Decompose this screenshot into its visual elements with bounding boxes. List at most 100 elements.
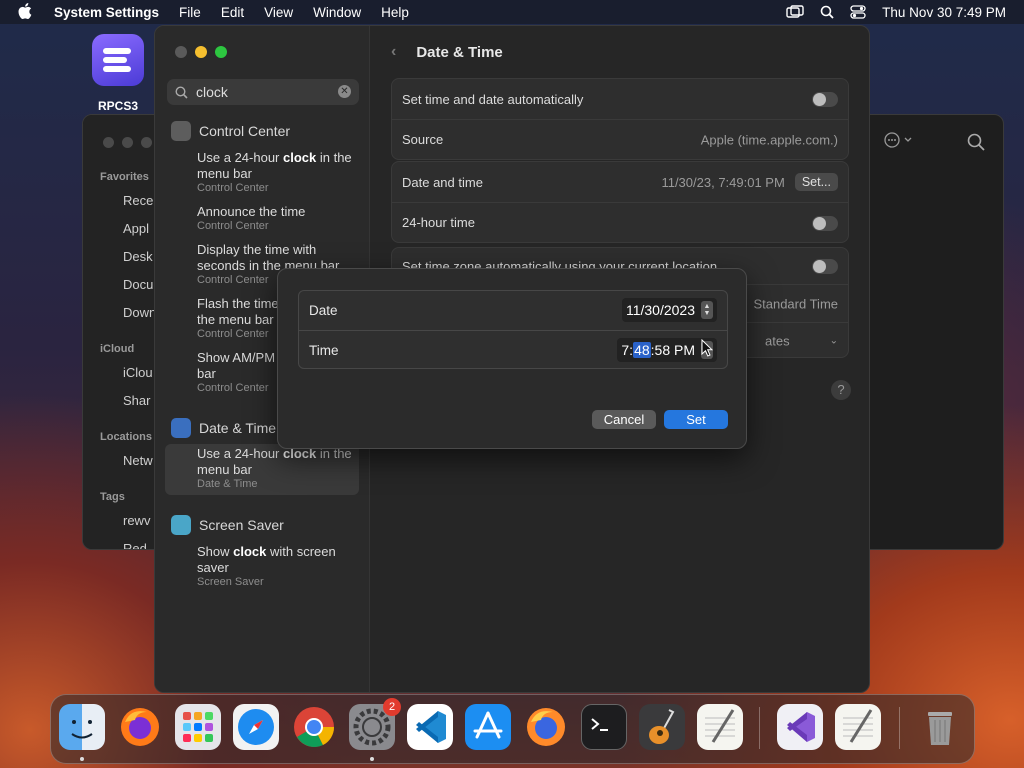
- menu-help[interactable]: Help: [371, 5, 419, 20]
- garageband-dock-icon[interactable]: [639, 704, 685, 750]
- category-control-center[interactable]: Control Center: [171, 121, 290, 141]
- firefox-developer-dock-icon[interactable]: [523, 704, 569, 750]
- category-screen-saver[interactable]: Screen Saver: [171, 515, 284, 535]
- finder-dock-icon[interactable]: [59, 704, 105, 750]
- category-date-time[interactable]: Date & Time: [171, 418, 276, 438]
- finder-item[interactable]: Desk: [123, 249, 153, 264]
- screen-saver-icon: [171, 515, 191, 535]
- source-row: Source Apple (time.apple.com.): [392, 119, 848, 159]
- search-result-selected[interactable]: Use a 24-hour clock in the menu bar Date…: [165, 444, 359, 495]
- search-field[interactable]: clock ✕: [167, 79, 359, 105]
- date-value[interactable]: 11/30/2023: [626, 302, 695, 318]
- clear-search-icon[interactable]: ✕: [338, 85, 351, 98]
- more-options-icon[interactable]: [883, 131, 913, 154]
- source-label: Source: [402, 132, 444, 147]
- notification-badge: 2: [383, 698, 401, 716]
- auto-time-toggle[interactable]: [812, 92, 838, 107]
- close-button[interactable]: [175, 46, 187, 58]
- terminal-dock-icon[interactable]: [581, 704, 627, 750]
- finder-section-favorites: Favorites: [100, 171, 149, 183]
- result-subtitle: Date & Time: [197, 478, 258, 490]
- auto-time-row: Set time and date automatically: [392, 79, 848, 119]
- rpcs3-app-icon[interactable]: [92, 34, 144, 86]
- page-title: Date & Time: [416, 43, 503, 61]
- dock-separator: [899, 707, 900, 749]
- set-date-time-dialog: Date 11/30/2023 ▲▼ Time 7:48:58 PM ▲▼ Ca…: [277, 268, 747, 449]
- category-label: Control Center: [199, 123, 291, 139]
- chrome-dock-icon[interactable]: [291, 704, 337, 750]
- spotlight-search-icon[interactable]: [820, 5, 834, 19]
- set-button[interactable]: Set: [664, 410, 728, 429]
- finder-item[interactable]: Docu: [123, 277, 153, 292]
- menu-window[interactable]: Window: [303, 5, 371, 20]
- search-input[interactable]: clock: [196, 84, 228, 100]
- category-label: Screen Saver: [199, 517, 284, 533]
- search-result[interactable]: Announce the time Control Center: [197, 204, 362, 233]
- menu-edit[interactable]: Edit: [211, 5, 254, 20]
- textedit-dock-icon[interactable]: [697, 704, 743, 750]
- mouse-pointer-icon: [701, 338, 714, 362]
- result-subtitle: Control Center: [197, 182, 269, 194]
- menu-clock[interactable]: Thu Nov 30 7:49 PM: [882, 5, 1006, 20]
- trash-dock-icon[interactable]: [917, 704, 963, 750]
- firefox-dock-icon[interactable]: [117, 704, 163, 750]
- search-icon[interactable]: [967, 133, 985, 156]
- timezone-auto-toggle[interactable]: [812, 259, 838, 274]
- time-row: Time 7:48:58 PM ▲▼: [299, 330, 727, 369]
- control-center-icon: [171, 121, 191, 141]
- closest-city-value[interactable]: ates: [765, 333, 790, 348]
- result-text: Use a 24-hour: [197, 446, 283, 461]
- date-label: Date: [309, 303, 338, 318]
- finder-item[interactable]: rewv: [123, 513, 150, 528]
- hour24-row: 24-hour time: [392, 202, 848, 242]
- finder-item[interactable]: Shar: [123, 393, 150, 408]
- hour24-toggle[interactable]: [812, 216, 838, 231]
- time-seconds-ampm[interactable]: :58 PM: [651, 342, 695, 358]
- minimize-button[interactable]: [195, 46, 207, 58]
- date-time-value: 11/30/23, 7:49:01 PM: [661, 174, 785, 190]
- help-button[interactable]: ?: [831, 380, 851, 400]
- finder-item[interactable]: Down: [123, 305, 156, 320]
- search-result[interactable]: Use a 24-hour clock in the menu bar Cont…: [197, 150, 362, 195]
- menu-view[interactable]: View: [254, 5, 303, 20]
- vscode-dock-icon[interactable]: [407, 704, 453, 750]
- search-result[interactable]: Show clock with screen saver Screen Save…: [197, 544, 362, 589]
- finder-item[interactable]: Red: [123, 541, 147, 549]
- textedit-dock-icon[interactable]: [835, 704, 881, 750]
- control-center-icon[interactable]: [850, 5, 866, 19]
- finder-item[interactable]: Rece: [123, 193, 153, 208]
- menu-file[interactable]: File: [169, 5, 211, 20]
- screen-mirroring-icon[interactable]: [786, 5, 804, 19]
- chevron-down-icon[interactable]: ⌄: [830, 335, 838, 346]
- finder-item[interactable]: Netw: [123, 453, 153, 468]
- time-minute-selected[interactable]: 48: [633, 342, 651, 358]
- app-store-dock-icon[interactable]: [465, 704, 511, 750]
- finder-item[interactable]: Appl: [123, 221, 149, 236]
- rpcs3-label: RPCS3: [97, 99, 138, 113]
- finder-window-controls[interactable]: [103, 137, 152, 148]
- visual-studio-dock-icon[interactable]: [777, 704, 823, 750]
- date-time-icon: [171, 418, 191, 438]
- date-stepper-icon[interactable]: ▲ ▼: [701, 301, 713, 319]
- time-label: Time: [309, 342, 339, 358]
- launchpad-dock-icon[interactable]: [175, 704, 221, 750]
- date-field[interactable]: 11/30/2023 ▲ ▼: [621, 298, 717, 322]
- category-label: Date & Time: [199, 420, 277, 436]
- finder-item[interactable]: iClou: [123, 365, 153, 380]
- menu-app-name[interactable]: System Settings: [44, 5, 169, 20]
- auto-time-group: Set time and date automatically Source A…: [391, 78, 849, 160]
- set-date-time-button[interactable]: Set...: [794, 173, 838, 191]
- cancel-button[interactable]: Cancel: [592, 410, 656, 429]
- search-icon: [175, 85, 188, 99]
- result-keyword: clock: [233, 544, 267, 559]
- dialog-fields: Date 11/30/2023 ▲▼ Time 7:48:58 PM ▲▼: [298, 290, 728, 369]
- zoom-button[interactable]: [215, 46, 227, 58]
- finder-section-locations: Locations: [100, 431, 152, 443]
- result-text: Use a 24-hour: [197, 150, 283, 165]
- time-hour[interactable]: 7:: [621, 342, 633, 358]
- system-settings-dock-icon[interactable]: 2: [349, 698, 401, 750]
- date-time-row: Date and time 11/30/23, 7:49:01 PM Set...: [392, 162, 848, 202]
- safari-dock-icon[interactable]: [233, 704, 279, 750]
- apple-menu-icon[interactable]: [0, 2, 44, 22]
- back-icon[interactable]: ‹: [391, 43, 396, 61]
